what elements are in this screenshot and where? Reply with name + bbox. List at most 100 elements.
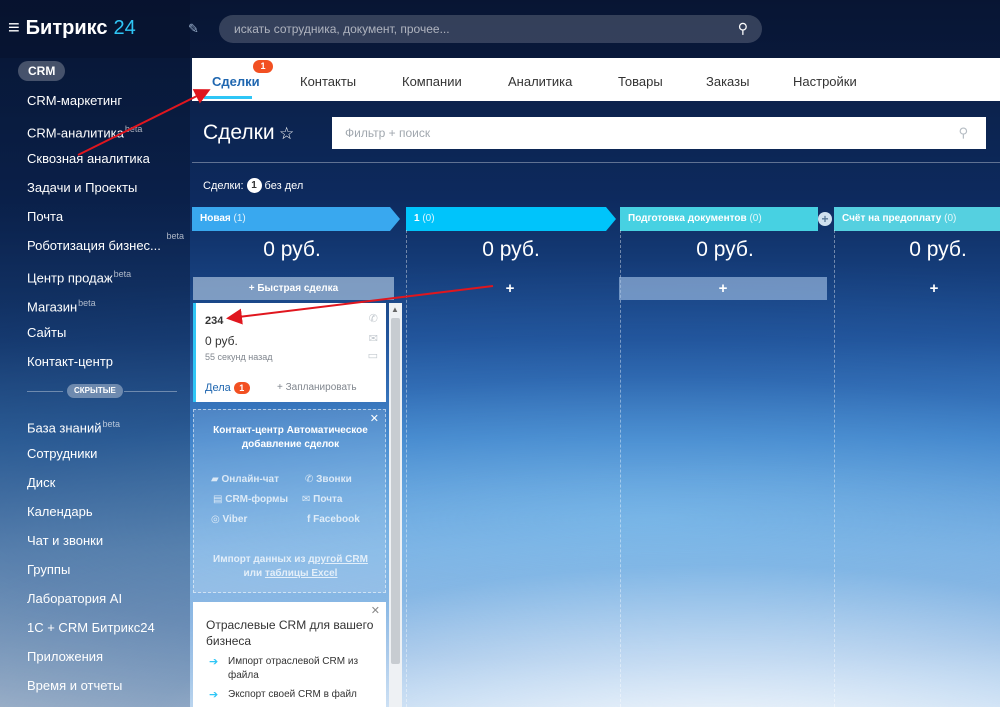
sidebar-item-label: Задачи и Проекты (27, 180, 138, 195)
counter-suffix: без дел (264, 179, 304, 192)
menu-burger-icon[interactable]: ≡ (8, 17, 20, 40)
sidebar-item-apps[interactable]: Приложения (27, 642, 192, 671)
stage-header-1[interactable]: 1 (0) (406, 207, 606, 231)
sidebar-item-time-reports[interactable]: Время и отчеты (27, 671, 192, 700)
sidebar-item-disk[interactable]: Диск (27, 468, 192, 497)
sidebar-item-knowledge-base[interactable]: База знанийbeta (27, 410, 192, 439)
hidden-items-separator[interactable]: СКРЫТЫЕ (27, 384, 177, 398)
phone-icon[interactable]: ✆ (369, 312, 378, 325)
quick-deal-button[interactable]: + Быстрая сделка (193, 277, 394, 300)
deals-counter[interactable]: Сделки: 1 без дел (203, 178, 303, 193)
tab-analytics[interactable]: Аналитика (508, 74, 572, 89)
deal-tasks[interactable]: Дела 1 (205, 382, 250, 394)
sidebar-item-1c[interactable]: 1С + CRM Битрикс24 (27, 613, 192, 642)
import-excel-link[interactable]: таблицы Excel (265, 568, 338, 579)
chat-icon[interactable]: ▭ (368, 349, 378, 362)
channel-calls[interactable]: ✆ Звонки (305, 474, 352, 485)
row-label: Импорт отраслевой CRM из файла (228, 656, 359, 681)
stage-header-new[interactable]: Новая (1) (192, 207, 390, 231)
separator-line (124, 391, 177, 392)
export-crm-row[interactable]: ➔ Экспорт своей CRM в файл (206, 688, 371, 702)
stage-header-documents[interactable]: Подготовка документов (0) (620, 207, 818, 231)
sidebar-item-tasks[interactable]: Задачи и Проекты (27, 173, 192, 202)
sidebar-item-label: Роботизация бизнес... (27, 238, 161, 253)
channel-viber[interactable]: ◎ Viber (211, 514, 247, 525)
stage-name: Новая (200, 213, 231, 224)
counter-value: 1 (246, 178, 262, 193)
import-crm-link[interactable]: другой CRM (308, 554, 368, 565)
sidebar-item-chat[interactable]: Чат и звонки (27, 526, 192, 555)
pencil-icon[interactable]: ✎ (188, 21, 199, 37)
filter-input[interactable] (345, 126, 925, 140)
sidebar-item-sales-center[interactable]: Центр продажbeta (27, 260, 192, 289)
tab-products[interactable]: Товары (618, 74, 663, 89)
stage-arrow (606, 207, 616, 231)
sidebar-item-end-to-end-analytics[interactable]: Сквозная аналитика (27, 144, 192, 173)
logo-name: Битрикс (25, 17, 108, 39)
tab-contacts[interactable]: Контакты (300, 74, 356, 89)
search-input[interactable] (234, 22, 714, 36)
tab-deals[interactable]: Сделки (212, 74, 260, 89)
channel-mail[interactable]: ✉ Почта (302, 494, 342, 505)
sidebar-item-label: Календарь (27, 504, 93, 519)
add-stage-icon[interactable]: + (818, 212, 832, 226)
stage-arrow (390, 207, 400, 231)
sidebar-item-label: Время и отчеты (27, 678, 123, 693)
add-deal-button[interactable]: + (619, 277, 827, 300)
close-icon[interactable]: ✕ (371, 604, 380, 617)
channel-label: Почта (313, 494, 343, 505)
sidebar-item-calendar[interactable]: Календарь (27, 497, 192, 526)
sidebar-item-crm-marketing[interactable]: CRM-маркетинг (27, 86, 192, 115)
stage-name: Подготовка документов (628, 213, 747, 224)
add-deal-button[interactable]: + (834, 277, 1000, 300)
tab-settings[interactable]: Настройки (793, 74, 857, 89)
sidebar-item-label: База знаний (27, 420, 102, 436)
import-text-part: или (243, 568, 263, 579)
separator-line (27, 391, 63, 392)
stage-header-invoice[interactable]: Счёт на предоплату (0) (834, 207, 1000, 231)
plan-activity-button[interactable]: + Запланировать (277, 382, 357, 393)
scroll-up-icon[interactable]: ▲ (391, 305, 399, 314)
sidebar-item-crm[interactable]: CRM (18, 61, 66, 81)
deal-card[interactable]: 234 0 руб. 55 секунд назад ✆ ✉ ▭ Дела 1 … (193, 303, 386, 402)
sidebar-item-label: 1С + CRM Битрикс24 (27, 620, 155, 635)
column-sum: 0 руб. (263, 238, 321, 261)
deal-title[interactable]: 234 (205, 315, 223, 327)
sidebar-item-shop[interactable]: Магазинbeta (27, 289, 192, 318)
sidebar-item-robotization[interactable]: Роботизация бизнес... beta (27, 231, 192, 260)
logo[interactable]: ≡ Битрикс 24 (8, 17, 136, 40)
sidebar-item-label: Сквозная аналитика (27, 151, 150, 166)
column-separator (834, 230, 835, 707)
filter-box[interactable]: ⚲ (332, 117, 986, 149)
import-icon: ➔ (209, 656, 219, 668)
stage-count: (0) (749, 213, 762, 224)
tab-orders[interactable]: Заказы (706, 74, 749, 89)
scrollbar-thumb[interactable] (391, 318, 400, 664)
import-industry-crm-row[interactable]: ➔ Импорт отраслевой CRM из файла (206, 655, 371, 683)
sidebar-item-label: Приложения (27, 649, 104, 664)
sidebar-item-ai-lab[interactable]: Лаборатория AI (27, 584, 192, 613)
sidebar-item-crm-analytics[interactable]: CRM-аналитикаbeta (27, 115, 192, 144)
sidebar-item-label: Магазин (27, 299, 78, 315)
channel-facebook[interactable]: f Facebook (307, 514, 360, 525)
sidebar-item-employees[interactable]: Сотрудники (27, 439, 192, 468)
sidebar-item-groups[interactable]: Группы (27, 555, 192, 584)
sidebar-item-contact-center[interactable]: Контакт-центр (27, 347, 192, 376)
filter-search-icon[interactable]: ⚲ (958, 125, 968, 141)
sidebar-item-sites[interactable]: Сайты (27, 318, 192, 347)
mail-icon[interactable]: ✉ (369, 332, 378, 345)
beta-tag: beta (124, 124, 143, 134)
channel-online-chat[interactable]: ▰ Онлайн-чат (211, 474, 279, 485)
tab-companies[interactable]: Компании (402, 74, 462, 89)
channel-crm-forms[interactable]: ▤ CRM-формы (213, 494, 288, 505)
search-icon[interactable]: ⚲ (738, 20, 748, 37)
title-divider (192, 162, 1000, 163)
active-tab-underline (204, 96, 252, 99)
sidebar-item-label: Чат и звонки (27, 533, 104, 548)
channel-label: Facebook (313, 514, 360, 525)
sidebar-item-label: Сайты (27, 325, 67, 340)
add-deal-button[interactable]: + (406, 277, 614, 300)
star-icon[interactable]: ☆ (279, 124, 294, 144)
search-box[interactable]: ⚲ (219, 15, 762, 43)
hidden-items-pill[interactable]: СКРЫТЫЕ (67, 384, 123, 398)
